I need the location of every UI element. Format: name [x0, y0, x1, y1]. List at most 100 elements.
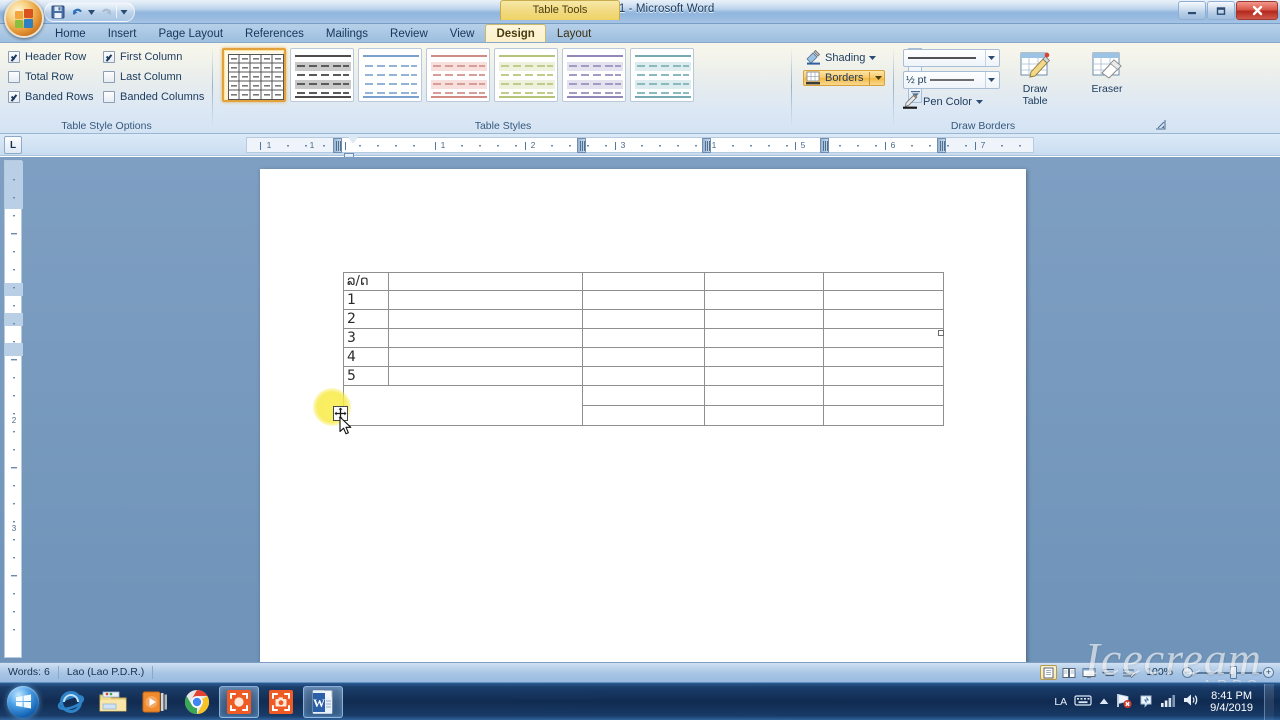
word-table[interactable]: ລ/ດ 1 2 3 4 5 [343, 272, 944, 426]
table-row-footer-1[interactable] [343, 385, 944, 426]
table-row[interactable]: 3 [343, 328, 944, 348]
tab-mailings[interactable]: Mailings [315, 24, 379, 42]
taskbar-google-chrome[interactable] [177, 686, 217, 718]
zoom-in-button[interactable]: + [1263, 667, 1274, 678]
taskbar-windows-explorer[interactable] [93, 686, 133, 718]
shading-button[interactable]: Shading [803, 49, 885, 66]
table-row[interactable]: 5 [343, 366, 944, 386]
zoom-out-button[interactable]: − [1182, 667, 1193, 678]
table-cell-r2c2[interactable] [388, 309, 583, 329]
table-style-item-4[interactable] [494, 48, 558, 102]
table-cell-r1c5[interactable] [823, 290, 944, 310]
tray-action-center-icon[interactable] [1139, 693, 1154, 711]
minimize-button[interactable] [1178, 1, 1206, 20]
tray-input-language[interactable]: LA [1054, 696, 1067, 708]
table-cell-r5c5[interactable] [823, 366, 944, 386]
table-cell-r3c4[interactable] [704, 328, 824, 348]
table-cell-r2c1[interactable]: 2 [343, 309, 389, 329]
table-cell-r4c2[interactable] [388, 347, 583, 367]
table-cell-f2c4[interactable] [704, 405, 824, 426]
table-cell-r4c4[interactable] [704, 347, 824, 367]
checkbox-banded-columns-box[interactable] [103, 91, 115, 103]
table-cell-header-4[interactable] [823, 272, 944, 291]
first-line-indent-marker[interactable] [348, 137, 358, 143]
pen-color-button[interactable]: Pen Color [903, 93, 1003, 110]
table-cell-r5c3[interactable] [582, 366, 705, 386]
table-cell-r5c2[interactable] [388, 366, 583, 386]
checkbox-last-column[interactable]: Last Column [103, 71, 208, 83]
view-web-layout-button[interactable] [1080, 665, 1097, 680]
taskbar-icecream-recorder[interactable] [219, 685, 259, 718]
document-page[interactable]: ລ/ດ 1 2 3 4 5 [260, 169, 1026, 662]
table-cell-f2c3[interactable] [582, 405, 705, 426]
language-indicator[interactable]: Lao (Lao P.D.R.) [59, 663, 152, 682]
table-cell-r4c3[interactable] [582, 347, 705, 367]
table-cell-r2c3[interactable] [582, 309, 705, 329]
table-cell-r4c5[interactable] [823, 347, 944, 367]
tab-design[interactable]: Design [485, 24, 546, 42]
table-cell-r1c4[interactable] [704, 290, 824, 310]
vertical-ruler[interactable]: 2 3 [4, 160, 23, 658]
word-count[interactable]: Words: 6 [0, 663, 58, 682]
table-cell-f1c3[interactable] [582, 385, 705, 406]
checkbox-last-column-box[interactable] [103, 71, 115, 83]
table-cell-r5c1[interactable]: 5 [343, 366, 389, 386]
borders-button[interactable]: Borders [803, 70, 885, 86]
show-desktop-button[interactable] [1264, 683, 1274, 720]
table-cell-r1c3[interactable] [582, 290, 705, 310]
restore-button[interactable] [1207, 1, 1235, 20]
line-weight-combo[interactable]: ½ pt [903, 71, 1000, 89]
eraser-button[interactable]: Eraser [1083, 51, 1131, 95]
table-cell-header-3[interactable] [704, 272, 824, 291]
zoom-slider-thumb[interactable] [1230, 666, 1237, 679]
tab-review[interactable]: Review [379, 24, 439, 42]
table-cell-r1c1[interactable]: 1 [343, 290, 389, 310]
table-row[interactable]: 1 [343, 290, 944, 310]
tray-volume-icon[interactable] [1183, 693, 1199, 710]
table-cell-header-1[interactable] [388, 272, 583, 291]
view-print-layout-button[interactable] [1040, 665, 1058, 680]
table-cell-r4c1[interactable]: 4 [343, 347, 389, 367]
tray-show-hidden-icons[interactable] [1099, 696, 1109, 708]
tab-page-layout[interactable]: Page Layout [147, 24, 234, 42]
taskbar-media-player[interactable] [135, 686, 175, 718]
table-row-header[interactable]: ລ/ດ [343, 272, 944, 291]
table-resize-handle[interactable] [938, 330, 944, 336]
taskbar-icecream-screenshot[interactable] [261, 686, 301, 718]
table-cell-r2c4[interactable] [704, 309, 824, 329]
checkbox-first-column[interactable]: First Column [103, 51, 208, 63]
table-cell-r2c5[interactable] [823, 309, 944, 329]
tray-network-icon[interactable] [1116, 693, 1132, 711]
tab-home[interactable]: Home [44, 24, 97, 42]
checkbox-header-row[interactable]: Header Row [8, 51, 103, 63]
table-cell-merged[interactable] [343, 385, 583, 426]
table-column-marker-1[interactable] [577, 138, 586, 153]
view-outline-button[interactable] [1100, 665, 1117, 680]
zoom-slider-track[interactable] [1194, 672, 1262, 674]
table-cell-f2c5[interactable] [823, 405, 944, 426]
table-row[interactable]: 4 [343, 347, 944, 367]
horizontal-ruler[interactable]: 1 1 1 2 3 1 5 6 7 [246, 137, 1034, 160]
tab-references[interactable]: References [234, 24, 315, 42]
table-cell-r3c3[interactable] [582, 328, 705, 348]
table-column-marker-4[interactable] [937, 138, 946, 153]
start-button[interactable] [1, 684, 45, 720]
table-cell-f1c5[interactable] [823, 385, 944, 406]
line-weight-chevron-down-icon[interactable] [985, 72, 997, 88]
table-column-marker-0[interactable] [333, 138, 342, 153]
checkbox-banded-rows-box[interactable] [8, 91, 20, 103]
zoom-slider[interactable]: − + [1182, 665, 1274, 680]
table-style-item-2[interactable] [358, 48, 422, 102]
table-cell-r1c2[interactable] [388, 290, 583, 310]
table-column-marker-3[interactable] [820, 138, 829, 153]
table-style-item-0[interactable] [222, 48, 286, 102]
table-cell-r3c5[interactable] [823, 328, 944, 348]
checkbox-banded-columns[interactable]: Banded Columns [103, 91, 208, 103]
document-canvas[interactable]: 2 3 ລ/ດ 1 2 3 4 5 [0, 157, 1280, 662]
table-cell-header-0[interactable]: ລ/ດ [343, 272, 389, 291]
line-style-combo[interactable] [903, 49, 1000, 67]
table-cell-f1c4[interactable] [704, 385, 824, 406]
checkbox-total-row-box[interactable] [8, 71, 20, 83]
table-row[interactable]: 2 [343, 309, 944, 329]
tab-view[interactable]: View [439, 24, 486, 42]
